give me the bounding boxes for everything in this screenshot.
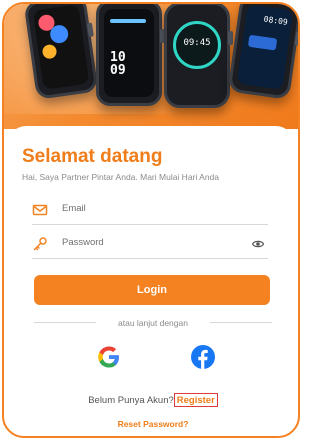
mail-icon — [32, 204, 48, 216]
reset-password-link[interactable]: Reset Password? — [0, 419, 306, 429]
watch-image-4: 08:09 — [227, 4, 298, 100]
key-icon — [33, 237, 47, 251]
page-title: Selamat datang — [22, 146, 163, 167]
watch-image-2: 10 09 — [96, 4, 165, 106]
email-field[interactable]: Email — [32, 196, 268, 225]
divider-label: atau lanjut dengan — [118, 318, 188, 328]
facebook-icon[interactable] — [190, 344, 216, 370]
email-placeholder: Email — [62, 203, 86, 214]
page-subtitle: Hai, Saya Partner Pintar Anda. Mari Mula… — [22, 172, 220, 182]
login-button[interactable]: Login — [34, 275, 270, 305]
eye-icon[interactable] — [252, 239, 264, 249]
divider-right — [210, 322, 272, 323]
password-field[interactable]: Password — [32, 230, 268, 259]
watch-image-1 — [23, 4, 99, 100]
google-icon[interactable] — [96, 344, 122, 370]
watch-image-3: 09:45 — [164, 4, 233, 108]
hero-banner: 10 09 09:45 08:09 — [4, 4, 298, 129]
register-link[interactable]: Register — [173, 393, 218, 407]
password-placeholder: Password — [62, 237, 104, 248]
signup-row: Belum Punya Akun? Register — [0, 393, 306, 407]
signup-prompt: Belum Punya Akun? — [88, 395, 174, 406]
